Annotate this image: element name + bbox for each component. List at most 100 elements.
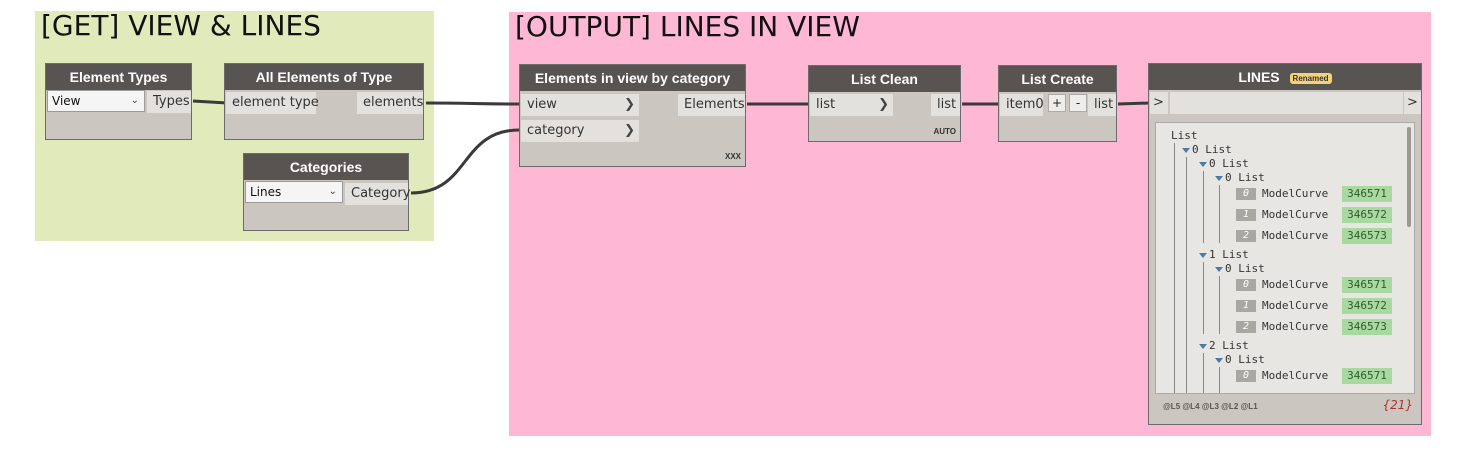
- item-element-id[interactable]: 346571: [1342, 368, 1392, 384]
- output-port-list[interactable]: list: [1088, 94, 1116, 116]
- wire-elements-to-view: [425, 101, 520, 106]
- item-index: 0: [1236, 279, 1256, 291]
- item-count: {21}: [1382, 398, 1413, 412]
- item-element-id[interactable]: 346571: [1342, 186, 1392, 202]
- watch-tree-view[interactable]: List 0 List 0 List 0 List 0 ModelCurve 3…: [1155, 122, 1415, 394]
- node-list-create[interactable]: List Create item0 + - list: [998, 65, 1117, 142]
- node-title: Elements in view by category: [520, 65, 745, 91]
- tree-guide: [1186, 157, 1187, 393]
- port-label: list: [816, 97, 836, 112]
- chevron-right-icon: ❯: [624, 123, 635, 138]
- tree-guide: [1219, 367, 1220, 393]
- item-type: ModelCurve: [1262, 320, 1329, 333]
- item-type: ModelCurve: [1262, 208, 1329, 221]
- chevron-down-icon: ⌄: [328, 186, 337, 197]
- level-l3[interactable]: @L3: [1202, 402, 1219, 411]
- collapse-arrow-icon[interactable]: [1182, 148, 1190, 153]
- output-port[interactable]: >: [1404, 92, 1421, 114]
- lacing-indicator: XXX: [724, 152, 741, 161]
- output-port-elements[interactable]: Elements: [678, 94, 745, 116]
- node-title: Element Types: [46, 64, 191, 90]
- collapse-arrow-icon[interactable]: [1199, 344, 1207, 349]
- port-label: view: [527, 97, 557, 112]
- group-title: [OUTPUT] LINES IN VIEW: [515, 10, 860, 43]
- input-port-item0[interactable]: item0: [1000, 94, 1044, 116]
- dropdown-value: View: [52, 94, 81, 108]
- collapse-arrow-icon[interactable]: [1199, 162, 1207, 167]
- tree-guide: [1203, 353, 1204, 393]
- node-element-types[interactable]: Element Types View ⌄ Types: [45, 63, 192, 140]
- collapse-arrow-icon[interactable]: [1199, 253, 1207, 258]
- output-port-list[interactable]: list: [931, 94, 960, 116]
- renamed-badge: Renamed: [1289, 72, 1332, 84]
- tree-guide: [1203, 171, 1204, 243]
- collapse-arrow-icon[interactable]: [1215, 176, 1223, 181]
- node-all-elements-of-type[interactable]: All Elements of Type element type elemen…: [224, 63, 424, 140]
- item-index: 0: [1236, 188, 1256, 200]
- input-port-view[interactable]: view ❯: [521, 94, 639, 116]
- collapse-arrow-icon[interactable]: [1215, 267, 1223, 272]
- chevron-right-icon: ❯: [624, 97, 635, 112]
- node-title: List Clean: [809, 66, 960, 92]
- item-element-id[interactable]: 346571: [1342, 277, 1392, 293]
- tree-guide: [1174, 143, 1175, 393]
- item-index: 2: [1236, 230, 1256, 242]
- tree-list-label: 0 List: [1192, 143, 1232, 156]
- node-title: All Elements of Type: [225, 64, 423, 90]
- level-indicators: @L5 @L4 @L3 @L2 @L1: [1163, 402, 1258, 411]
- item-type: ModelCurve: [1262, 369, 1329, 382]
- lacing-indicator: AUTO: [933, 127, 956, 136]
- item-element-id[interactable]: 346572: [1342, 298, 1392, 314]
- input-port-list[interactable]: list ❯: [810, 94, 893, 116]
- tree-root-label: List: [1171, 129, 1198, 142]
- input-port[interactable]: >: [1150, 92, 1168, 114]
- output-port-types[interactable]: Types: [147, 91, 191, 113]
- add-input-button[interactable]: +: [1048, 94, 1066, 112]
- node-elements-in-view-by-category[interactable]: Elements in view by category view ❯ cate…: [519, 64, 746, 167]
- item-type: ModelCurve: [1262, 229, 1329, 242]
- tree-guide: [1219, 185, 1220, 243]
- tree-list-label: 0 List: [1225, 262, 1265, 275]
- item-element-id[interactable]: 346573: [1342, 319, 1392, 335]
- collapse-arrow-icon[interactable]: [1215, 358, 1223, 363]
- level-l5[interactable]: @L5: [1163, 402, 1180, 411]
- tree-list-label: 0 List: [1225, 171, 1265, 184]
- element-type-dropdown[interactable]: View ⌄: [47, 90, 145, 112]
- item-type: ModelCurve: [1262, 187, 1329, 200]
- item-type: ModelCurve: [1262, 299, 1329, 312]
- item-index: 2: [1236, 321, 1256, 333]
- level-l4[interactable]: @L4: [1182, 402, 1199, 411]
- watch-scrollbar[interactable]: [1407, 127, 1411, 227]
- level-l1[interactable]: @L1: [1241, 402, 1258, 411]
- chevron-right-icon: ❯: [878, 97, 889, 112]
- item-index: 1: [1236, 209, 1256, 221]
- port-spacer: [1170, 92, 1403, 114]
- node-title: List Create: [999, 66, 1116, 92]
- item-type: ModelCurve: [1262, 278, 1329, 291]
- item-index: 0: [1236, 370, 1256, 382]
- node-lines-watch[interactable]: LINES Renamed > > List 0 List 0 List 0 L…: [1148, 63, 1422, 425]
- input-port-element-type[interactable]: element type: [226, 92, 319, 114]
- tree-list-label: 2 List: [1209, 339, 1249, 352]
- tree-list-label: 0 List: [1225, 353, 1265, 366]
- item-element-id[interactable]: 346572: [1342, 207, 1392, 223]
- remove-input-button[interactable]: -: [1069, 94, 1087, 112]
- output-port-elements[interactable]: elements: [357, 92, 423, 114]
- port-label: category: [527, 123, 585, 138]
- node-title: Categories: [244, 154, 408, 180]
- input-port-category[interactable]: category ❯: [521, 120, 639, 142]
- chevron-down-icon: ⌄: [130, 95, 139, 106]
- tree-list-label: 1 List: [1209, 248, 1249, 261]
- node-title: LINES: [1238, 69, 1280, 85]
- dropdown-value: Lines: [250, 185, 282, 199]
- node-title-bar: LINES Renamed: [1149, 64, 1421, 90]
- node-list-clean[interactable]: List Clean list ❯ list AUTO: [808, 65, 961, 142]
- tree-guide: [1203, 262, 1204, 334]
- output-port-category[interactable]: Category: [345, 183, 410, 205]
- level-l2[interactable]: @L2: [1221, 402, 1238, 411]
- tree-guide: [1219, 276, 1220, 334]
- item-index: 1: [1236, 300, 1256, 312]
- node-categories[interactable]: Categories Lines ⌄ Category: [243, 153, 410, 231]
- category-dropdown[interactable]: Lines ⌄: [245, 181, 343, 203]
- item-element-id[interactable]: 346573: [1342, 228, 1392, 244]
